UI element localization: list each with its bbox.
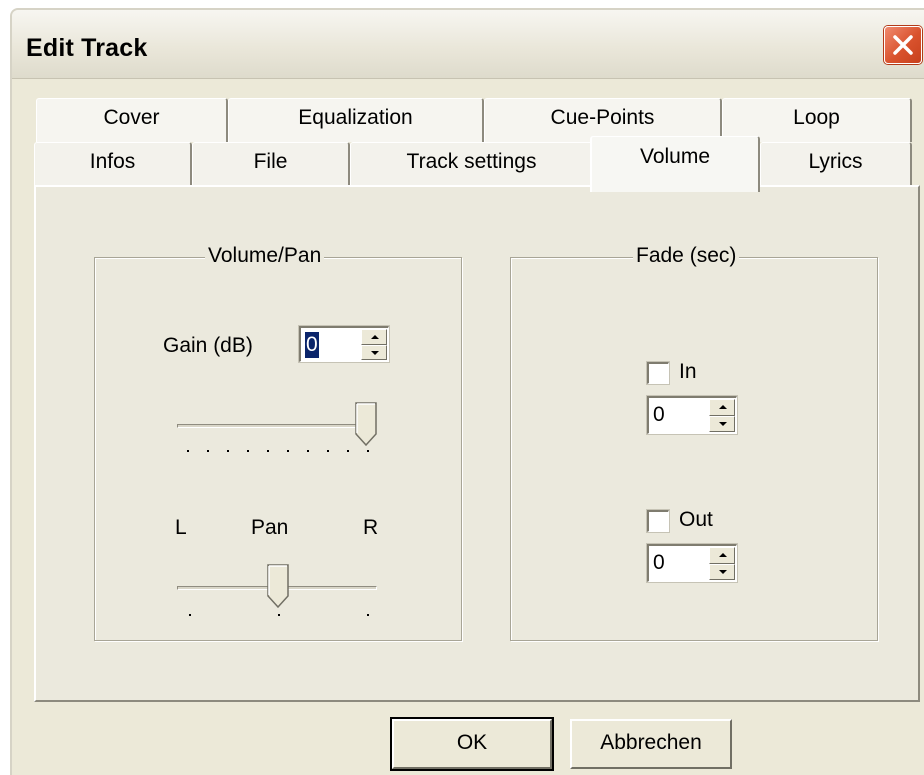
pan-right-label: R	[363, 516, 379, 539]
edit-track-dialog: Edit Track Cover Equalization Cue-Points…	[10, 8, 924, 775]
tab-lyrics[interactable]: Lyrics	[760, 142, 912, 186]
gain-slider-thumb[interactable]	[355, 402, 377, 446]
tab-label: File	[253, 150, 288, 173]
tab-label: Volume	[639, 145, 711, 168]
gain-spin-buttons	[361, 329, 387, 360]
fade-in-spin-buttons	[709, 399, 735, 432]
fade-out-spin-buttons	[709, 547, 735, 580]
pan-slider-thumb[interactable]	[267, 564, 289, 608]
gain-tick	[367, 450, 369, 452]
close-icon	[893, 35, 913, 55]
fade-in-spin-up-button[interactable]	[709, 399, 735, 416]
gain-slider-track[interactable]	[177, 424, 373, 428]
fade-group: Fade (sec) In 0 Out 0	[510, 244, 878, 641]
gain-tick	[267, 450, 269, 452]
tab-track-settings[interactable]: Track settings	[350, 142, 594, 186]
fade-in-spin-down-button[interactable]	[709, 415, 735, 432]
gain-spin-down-button[interactable]	[361, 344, 387, 360]
tab-label: Lyrics	[808, 150, 863, 173]
pan-label: Pan	[251, 516, 289, 539]
tab-label: Cue-Points	[550, 106, 655, 129]
spin-down-icon	[371, 350, 379, 355]
fade-out-value[interactable]: 0	[653, 550, 665, 576]
ok-button[interactable]: OK	[390, 717, 554, 771]
pan-left-label: L	[175, 516, 187, 539]
volume-pan-group: Volume/Pan Gain (dB) 0 L Pan R	[94, 244, 462, 641]
pan-tick	[367, 614, 369, 616]
gain-tick	[187, 450, 189, 452]
fade-legend: Fade (sec)	[633, 244, 740, 268]
gain-tick	[307, 450, 309, 452]
gain-label: Gain (dB)	[163, 334, 253, 357]
pan-tick	[278, 614, 280, 616]
tab-infos[interactable]: Infos	[34, 142, 192, 186]
spin-up-icon	[371, 335, 379, 339]
fade-in-checkbox[interactable]	[646, 361, 670, 385]
tab-volume[interactable]: Volume	[590, 136, 760, 192]
spin-up-icon	[719, 553, 727, 557]
gain-tick	[347, 450, 349, 452]
gain-value[interactable]: 0	[305, 332, 319, 358]
fade-in-value[interactable]: 0	[653, 402, 665, 428]
tab-label: Track settings	[406, 150, 537, 173]
fade-out-spinner[interactable]: 0	[646, 543, 738, 583]
gain-tick	[227, 450, 229, 452]
spin-down-icon	[719, 569, 727, 574]
title-bar[interactable]: Edit Track	[12, 10, 924, 79]
pan-tick	[189, 614, 191, 616]
gain-tick	[207, 450, 209, 452]
gain-tick	[247, 450, 249, 452]
gain-tick	[327, 450, 329, 452]
fade-out-label: Out	[679, 508, 713, 531]
tab-equalization[interactable]: Equalization	[228, 98, 484, 142]
spin-up-icon	[719, 405, 727, 409]
pan-slider-ticks	[189, 614, 371, 618]
gain-slider-ticks	[187, 450, 369, 454]
fade-out-checkbox[interactable]	[646, 509, 670, 533]
spin-down-icon	[719, 421, 727, 426]
fade-in-label: In	[679, 360, 697, 383]
tab-label: Loop	[793, 106, 840, 129]
fade-in-spinner[interactable]: 0	[646, 395, 738, 435]
tab-label: Infos	[89, 150, 136, 173]
gain-spinner[interactable]: 0	[298, 325, 390, 363]
tab-label: Cover	[103, 106, 160, 129]
fade-out-spin-down-button[interactable]	[709, 563, 735, 580]
gain-spin-up-button[interactable]	[361, 329, 387, 345]
tab-file[interactable]: File	[192, 142, 350, 186]
tab-cover[interactable]: Cover	[36, 98, 228, 142]
tab-label: Equalization	[298, 106, 413, 129]
fade-out-spin-up-button[interactable]	[709, 547, 735, 564]
close-button[interactable]	[884, 26, 922, 64]
cancel-button[interactable]: Abbrechen	[570, 719, 732, 769]
gain-tick	[287, 450, 289, 452]
volume-pan-legend: Volume/Pan	[205, 244, 325, 268]
volume-tab-panel: Volume/Pan Gain (dB) 0 L Pan R Fade (sec…	[34, 185, 920, 702]
window-title: Edit Track	[26, 34, 148, 62]
